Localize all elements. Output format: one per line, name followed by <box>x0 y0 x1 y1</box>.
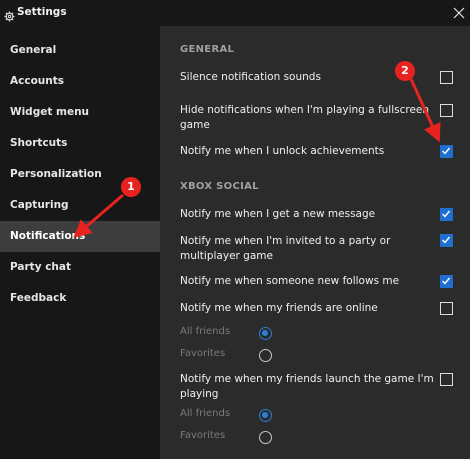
sidebar-item-party-chat[interactable]: Party chat <box>0 252 160 283</box>
sidebar-item-widget-menu[interactable]: Widget menu <box>0 97 160 128</box>
option-label: Notify me when I'm invited to a party or… <box>180 235 391 262</box>
sidebar-item-notifications[interactable]: Notifications <box>0 221 160 252</box>
gear-icon <box>4 7 15 22</box>
general-section-header: GENERAL <box>180 44 235 55</box>
new-message-checkbox[interactable] <box>440 208 453 221</box>
close-icon <box>453 7 465 19</box>
option-label: Notify me when someone new follows me <box>180 275 400 287</box>
sidebar-item-label: Personalization <box>10 168 102 180</box>
sidebar-item-label: Accounts <box>10 75 65 87</box>
checkmark-icon <box>442 236 451 244</box>
silence-sounds-checkbox[interactable] <box>440 71 453 84</box>
option-label: Notify me when my friends are online <box>180 302 378 314</box>
sidebar-item-accounts[interactable]: Accounts <box>0 66 160 97</box>
option-label: Notify me when my friends launch the gam… <box>180 373 434 400</box>
sidebar-item-label: Widget menu <box>10 106 90 118</box>
sidebar-item-label: Notifications <box>10 230 86 242</box>
friends-launch-game-checkbox[interactable] <box>440 373 453 386</box>
sidebar-item-label: Feedback <box>10 292 67 304</box>
hide-fullscreen-checkbox[interactable] <box>440 104 453 117</box>
notifications-panel: GENERAL Silence notification sounds Hide… <box>160 26 470 459</box>
launch-favorites-radio[interactable] <box>259 431 272 444</box>
radio-label: Favorites <box>180 348 226 359</box>
party-invite-checkbox[interactable] <box>440 234 453 247</box>
radio-label: All friends <box>180 326 231 337</box>
annotation-badge-1: 1 <box>121 177 141 197</box>
sidebar-item-general[interactable]: General <box>0 35 160 66</box>
sidebar-item-feedback[interactable]: Feedback <box>0 283 160 314</box>
sidebar-item-label: General <box>10 44 57 56</box>
window-title: Settings <box>17 6 67 18</box>
radio-label: All friends <box>180 408 231 419</box>
checkmark-icon <box>442 147 451 155</box>
annotation-badge-2: 2 <box>395 61 415 81</box>
sidebar: General Accounts Widget menu Shortcuts P… <box>0 26 160 459</box>
option-label: Notify me when I get a new message <box>180 208 376 220</box>
radio-label: Favorites <box>180 430 226 441</box>
option-label: Notify me when I unlock achievements <box>180 145 385 157</box>
close-button[interactable] <box>448 3 470 23</box>
sidebar-item-shortcuts[interactable]: Shortcuts <box>0 128 160 159</box>
new-follower-checkbox[interactable] <box>440 275 453 288</box>
achievements-checkbox[interactable] <box>440 145 453 158</box>
checkmark-icon <box>442 277 451 285</box>
title-bar: Settings <box>0 0 470 26</box>
launch-all-friends-radio[interactable] <box>259 409 272 422</box>
friends-online-checkbox[interactable] <box>440 302 453 315</box>
sidebar-item-label: Capturing <box>10 199 69 211</box>
online-all-friends-radio[interactable] <box>259 327 272 340</box>
sidebar-item-label: Party chat <box>10 261 72 273</box>
sidebar-item-label: Shortcuts <box>10 137 68 149</box>
xbox-social-section-header: XBOX SOCIAL <box>180 181 259 192</box>
checkmark-icon <box>442 210 451 218</box>
online-favorites-radio[interactable] <box>259 349 272 362</box>
option-label: Hide notifications when I'm playing a fu… <box>180 104 430 131</box>
